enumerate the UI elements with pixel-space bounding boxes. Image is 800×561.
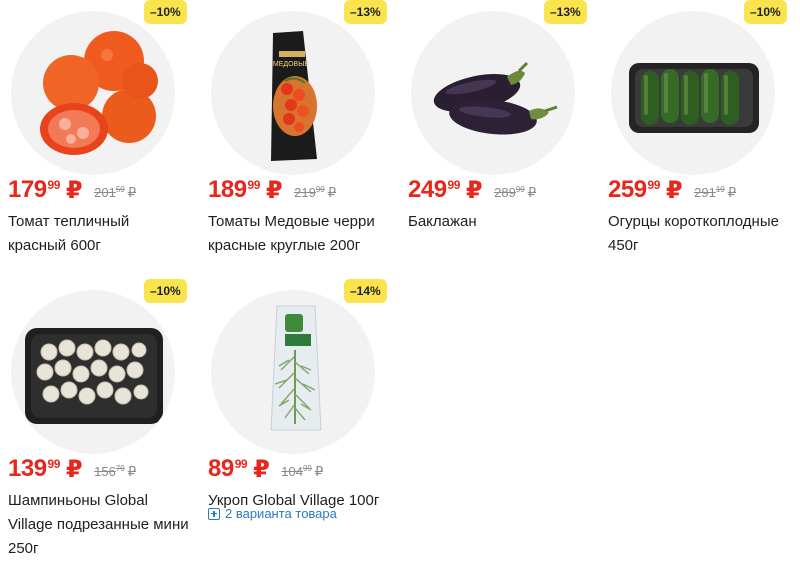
current-price: 259 99 ₽ (608, 176, 683, 204)
product-image-dill[interactable] (211, 290, 375, 454)
price-row: 189 99 ₽ 219 99 ₽ (208, 176, 336, 204)
discount-badge: –10% (144, 279, 187, 303)
discount-badge: –14% (344, 279, 387, 303)
product-grid: –10% 179 99 ₽ 201 59 ₽ Томат тепличный красн… (0, 0, 800, 558)
current-price: 179 99 ₽ (8, 176, 83, 204)
product-card[interactable]: –10% 139 99 ₽ 156 79 ₽ Шампиньоны Global Vil… (0, 279, 190, 557)
product-image-cucumbers[interactable] (611, 11, 775, 175)
old-price: 219 99 ₽ (294, 185, 336, 200)
discount-badge: –10% (144, 0, 187, 24)
product-image-eggplants[interactable] (411, 11, 575, 175)
price-row: 89 99 ₽ 104 99 ₽ (208, 455, 323, 483)
product-title[interactable]: Огурцы короткоплодные 450г (608, 210, 790, 258)
product-title[interactable]: Томат тепличный красный 600г (8, 210, 190, 258)
current-price: 189 99 ₽ (208, 176, 283, 204)
product-card[interactable]: –10% 259 99 ₽ 291 19 ₽ Огурцы короткоплодные… (600, 0, 790, 270)
plus-square-icon (208, 507, 220, 520)
old-price: 291 19 ₽ (694, 185, 736, 200)
current-price: 139 99 ₽ (8, 455, 83, 483)
product-card[interactable]: –10% 179 99 ₽ 201 59 ₽ Томат тепличный красн… (0, 0, 190, 270)
product-title[interactable]: Шампиньоны Global Village подрезанные ми… (8, 489, 190, 561)
product-title[interactable]: Баклажан (408, 210, 590, 234)
old-price: 201 59 ₽ (94, 185, 136, 200)
product-card[interactable]: –13% 249 99 ₽ 289 99 ₽ Баклажан (400, 0, 590, 270)
price-row: 249 99 ₽ 289 99 ₽ (408, 176, 536, 204)
current-price: 89 99 ₽ (208, 455, 270, 483)
variants-label: 2 варианта товара (225, 506, 337, 521)
discount-badge: –13% (344, 0, 387, 24)
product-image-tomatoes[interactable] (11, 11, 175, 175)
old-price: 156 79 ₽ (94, 464, 136, 479)
price-row: 139 99 ₽ 156 79 ₽ (8, 455, 136, 483)
variants-link[interactable]: 2 варианта товара (208, 506, 337, 521)
product-image-cherry-tomatoes[interactable]: МЕДОВЫЕ (211, 11, 375, 175)
pack-label: МЕДОВЫЕ (273, 61, 310, 68)
discount-badge: –10% (744, 0, 787, 24)
product-image-mushrooms[interactable] (11, 290, 175, 454)
price-row: 179 99 ₽ 201 59 ₽ (8, 176, 136, 204)
price-row: 259 99 ₽ 291 19 ₽ (608, 176, 736, 204)
product-card[interactable]: МЕДОВЫЕ –13% 189 99 ₽ 219 99 ₽ Томаты Медовы… (200, 0, 390, 270)
current-price: 249 99 ₽ (408, 176, 483, 204)
old-price: 289 99 ₽ (494, 185, 536, 200)
product-title[interactable]: Томаты Медовые черри красные круглые 200… (208, 210, 390, 258)
old-price: 104 99 ₽ (281, 464, 324, 479)
discount-badge: –13% (544, 0, 587, 24)
